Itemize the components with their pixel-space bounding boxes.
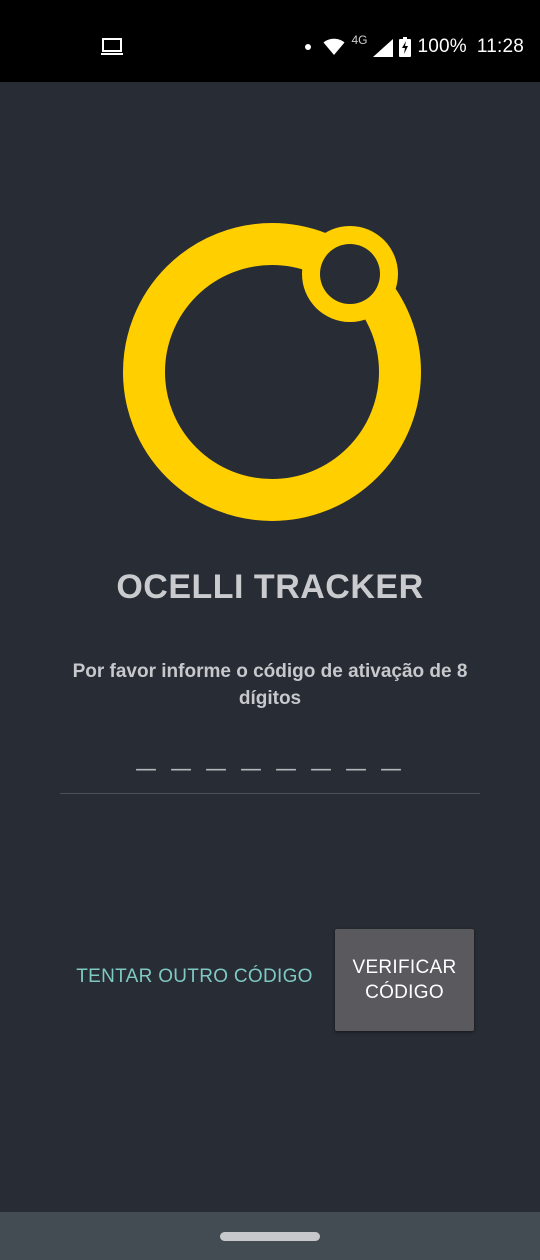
mobile-network: 4G [351,33,394,59]
network-type-label: 4G [351,33,368,47]
verify-code-label: VERIFICAR CÓDIGO [352,957,457,1003]
wifi-icon [323,38,345,55]
ocelli-logo-icon [123,223,421,521]
dot-icon [305,44,312,50]
navigation-bar [0,1212,540,1260]
clock: 11:28 [476,36,524,57]
verify-code-button[interactable]: VERIFICAR CÓDIGO [335,929,474,1031]
instruction-text: Por favor informe o código de ativação d… [72,661,468,709]
battery-charging-icon [399,37,412,57]
laptop-icon [101,38,123,55]
app-title: OCELLI TRACKER [116,568,424,606]
battery-percentage: 100% [417,36,467,57]
home-gesture-handle[interactable] [220,1232,320,1241]
signal-icon [373,39,394,57]
status-icons: 4G 100% 11:28 [305,33,524,61]
status-bar: 4G 100% 11:28 [0,0,540,82]
activation-code-input[interactable]: — — — — — — — — [60,745,480,794]
try-another-code-button[interactable]: TENTAR OUTRO CÓDIGO [72,966,317,988]
code-placeholder: — — — — — — — — [135,756,405,782]
